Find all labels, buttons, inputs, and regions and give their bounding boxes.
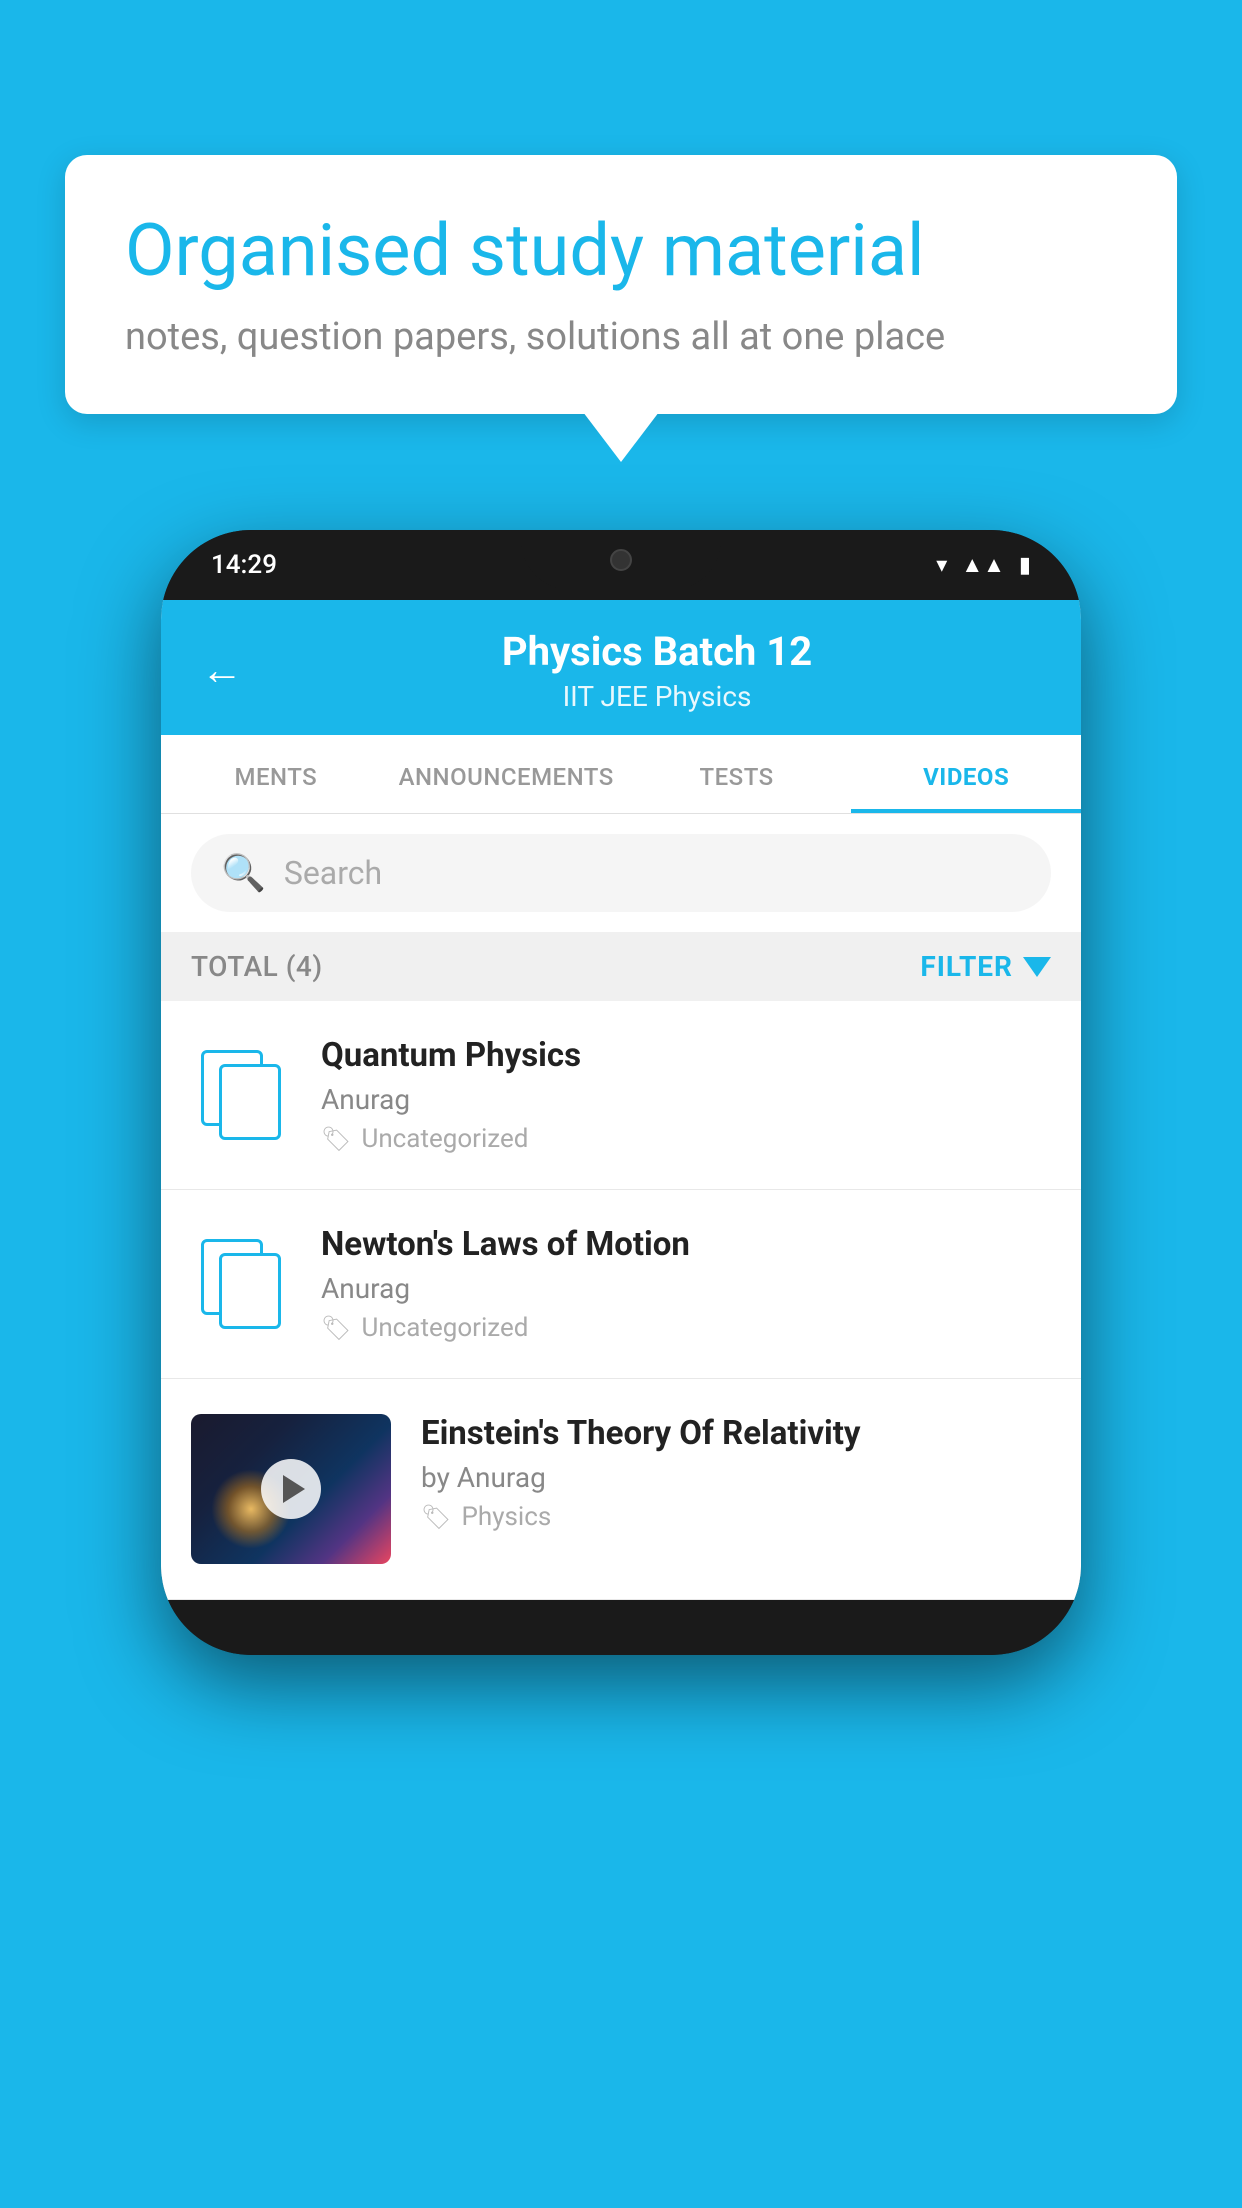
video-author: by Anurag — [421, 1461, 1051, 1494]
speech-bubble-subtitle: notes, question papers, solutions all at… — [125, 315, 1117, 359]
tab-ments[interactable]: MENTS — [161, 735, 391, 813]
tag-icon: 🏷 — [321, 1125, 351, 1153]
tabs: MENTS ANNOUNCEMENTS TESTS VIDEOS — [161, 735, 1081, 814]
file-icon — [201, 1239, 281, 1329]
video-author: Anurag — [321, 1272, 1051, 1305]
video-tag: 🏷 Uncategorized — [321, 1124, 1051, 1154]
phone: 14:29 ▾ ▲▲ ▮ ← Physics Batch 12 IIT JEE … — [161, 530, 1081, 1655]
video-title: Quantum Physics — [321, 1036, 1051, 1075]
status-bar: 14:29 ▾ ▲▲ ▮ — [161, 530, 1081, 600]
status-time: 14:29 — [211, 550, 277, 580]
video-list: Quantum Physics Anurag 🏷 Uncategorized — [161, 1001, 1081, 1600]
search-container: 🔍 Search — [161, 814, 1081, 932]
video-info: Einstein's Theory Of Relativity by Anura… — [421, 1414, 1051, 1532]
tag-label: Physics — [461, 1502, 551, 1532]
speech-bubble-title: Organised study material — [125, 210, 1117, 293]
battery-icon: ▮ — [1019, 553, 1031, 578]
video-tag: 🏷 Physics — [421, 1502, 1051, 1532]
tag-label: Uncategorized — [361, 1124, 528, 1154]
list-item[interactable]: Newton's Laws of Motion Anurag 🏷 Uncateg… — [161, 1190, 1081, 1379]
video-title: Newton's Laws of Motion — [321, 1225, 1051, 1264]
tag-icon: 🏷 — [321, 1314, 351, 1342]
batch-title: Physics Batch 12 — [273, 628, 1041, 676]
tab-announcements[interactable]: ANNOUNCEMENTS — [391, 735, 622, 813]
video-author: Anurag — [321, 1083, 1051, 1116]
tab-tests[interactable]: TESTS — [622, 735, 852, 813]
file-page-front — [219, 1253, 281, 1329]
notch — [521, 530, 721, 590]
video-title: Einstein's Theory Of Relativity — [421, 1414, 1051, 1453]
wifi-icon: ▾ — [936, 553, 947, 578]
search-bar[interactable]: 🔍 Search — [191, 834, 1051, 912]
app-header: ← Physics Batch 12 IIT JEE Physics — [161, 600, 1081, 735]
filter-label: FILTER — [920, 950, 1013, 983]
app-content: ← Physics Batch 12 IIT JEE Physics MENTS… — [161, 600, 1081, 1600]
filter-bar: TOTAL (4) FILTER — [161, 932, 1081, 1001]
tab-videos[interactable]: VIDEOS — [851, 735, 1081, 813]
camera-icon — [610, 549, 632, 571]
video-info: Quantum Physics Anurag 🏷 Uncategorized — [321, 1036, 1051, 1154]
tag-label: Uncategorized — [361, 1313, 528, 1343]
batch-subtitle: IIT JEE Physics — [273, 680, 1041, 713]
file-icon-container — [191, 1239, 291, 1329]
video-tag: 🏷 Uncategorized — [321, 1313, 1051, 1343]
play-icon — [283, 1475, 305, 1503]
file-page-front — [219, 1064, 281, 1140]
file-icon-container — [191, 1050, 291, 1140]
phone-wrapper: 14:29 ▾ ▲▲ ▮ ← Physics Batch 12 IIT JEE … — [161, 530, 1081, 1655]
search-input[interactable]: Search — [284, 854, 382, 892]
signal-icon: ▲▲ — [961, 552, 1005, 578]
filter-button[interactable]: FILTER — [920, 950, 1051, 983]
status-icons: ▾ ▲▲ ▮ — [936, 552, 1031, 578]
back-button[interactable]: ← — [201, 650, 243, 692]
play-button[interactable] — [261, 1459, 321, 1519]
tag-icon: 🏷 — [421, 1503, 451, 1531]
total-count: TOTAL (4) — [191, 950, 323, 983]
file-icon — [201, 1050, 281, 1140]
video-info: Newton's Laws of Motion Anurag 🏷 Uncateg… — [321, 1225, 1051, 1343]
list-item[interactable]: Quantum Physics Anurag 🏷 Uncategorized — [161, 1001, 1081, 1190]
filter-icon — [1023, 957, 1051, 977]
search-icon: 🔍 — [221, 852, 266, 894]
header-title-block: Physics Batch 12 IIT JEE Physics — [273, 628, 1041, 713]
list-item[interactable]: Einstein's Theory Of Relativity by Anura… — [161, 1379, 1081, 1600]
phone-bottom — [161, 1600, 1081, 1655]
speech-bubble: Organised study material notes, question… — [65, 155, 1177, 414]
video-thumbnail — [191, 1414, 391, 1564]
